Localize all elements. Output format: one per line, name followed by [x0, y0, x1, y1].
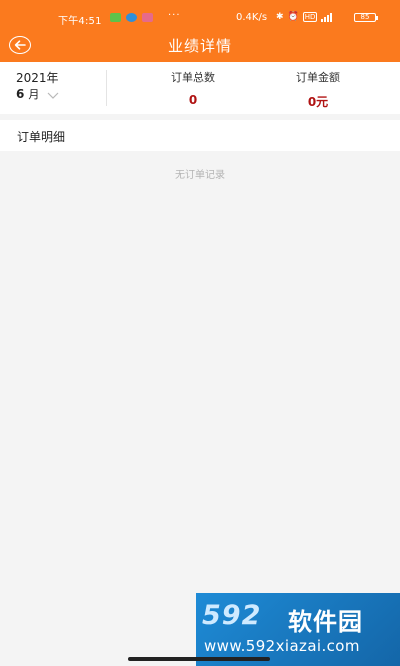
browser-icon — [126, 13, 137, 22]
order-count-label: 订单总数 — [171, 71, 215, 84]
status-time: 下午4:51 — [58, 16, 102, 27]
home-indicator[interactable] — [128, 657, 270, 661]
summary-panel: 2021年 6 月 订单总数 0 订单金额 0元 — [0, 62, 400, 114]
bluetooth-icon: ✱ — [276, 12, 284, 22]
more-notifications-icon: ··· — [168, 10, 181, 21]
order-amount-stat: 订单金额 0元 — [288, 69, 348, 110]
mail-icon — [142, 13, 153, 22]
order-amount-unit: 元 — [316, 95, 329, 109]
chevron-down-icon — [47, 92, 59, 99]
watermark-url: www.592xiazai.com — [204, 637, 360, 655]
page-title: 业绩详情 — [167, 37, 232, 55]
alarm-icon: ⏰ — [287, 12, 299, 22]
year-label: 2021年 — [16, 71, 59, 85]
divider — [106, 70, 107, 106]
month-selector[interactable]: 6 月 — [16, 86, 59, 102]
watermark-number: 592 — [202, 600, 262, 631]
order-amount-display: 0元 — [288, 93, 348, 110]
order-count-stat: 订单总数 0 — [163, 69, 223, 107]
watermark-logo: 592 软件园 www.592xiazai.com — [196, 593, 400, 666]
battery-icon: 85 — [354, 13, 378, 22]
order-details-header: 订单明细 — [0, 120, 400, 151]
wechat-icon — [110, 13, 121, 22]
watermark-name: 软件园 — [288, 608, 363, 636]
month-value: 6 — [16, 87, 25, 101]
system-icons: ✱ ⏰ HD — [276, 12, 333, 22]
order-count-value: 0 — [188, 93, 198, 107]
empty-state-text: 无订单记录 — [175, 170, 225, 181]
status-bar: 下午4:51 ··· 0.4K/s ✱ ⏰ HD 85 — [0, 0, 400, 34]
hd-badge: HD — [302, 12, 318, 22]
month-unit: 月 — [28, 88, 40, 101]
signal-icon — [321, 12, 333, 22]
section-title: 订单明细 — [17, 130, 66, 144]
notification-icons — [110, 13, 153, 22]
app-header: 下午4:51 ··· 0.4K/s ✱ ⏰ HD 85 业绩详情 — [0, 0, 400, 62]
network-speed: 0.4K/s — [236, 12, 268, 23]
order-amount-label: 订单金额 — [296, 71, 340, 84]
order-amount-value: 0 — [307, 95, 317, 109]
